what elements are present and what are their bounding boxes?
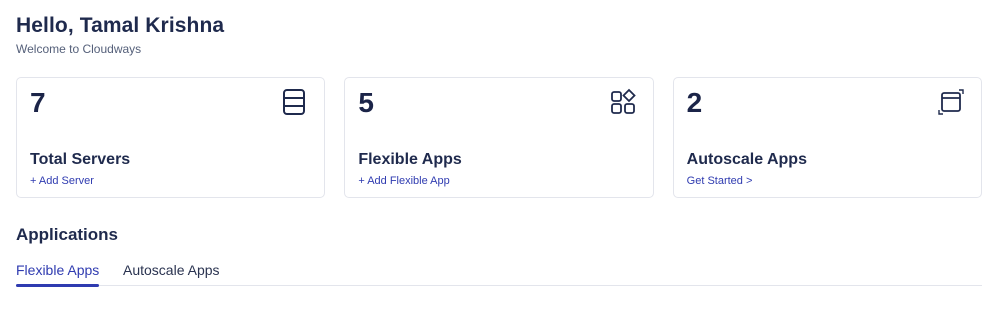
autoscale-window-icon <box>938 89 964 115</box>
server-icon <box>283 89 306 115</box>
summary-cards: 7 Total Servers + Add Server 5 Flexible … <box>16 77 982 198</box>
add-flexible-app-link[interactable]: + Add Flexible App <box>358 175 449 187</box>
card-title-autoscale-apps: Autoscale Apps <box>686 151 807 168</box>
card-title-flexible-apps: Flexible Apps <box>358 151 462 168</box>
page-title: Hello, Tamal Krishna <box>16 14 225 37</box>
get-started-link[interactable]: Get Started > <box>687 175 753 187</box>
apps-grid-icon <box>610 88 636 114</box>
applications-tabs: Flexible Apps Autoscale Apps <box>16 262 982 287</box>
card-flexible-apps: 5 Flexible Apps + Add Flexible App <box>344 77 654 198</box>
page-subtitle: Welcome to Cloudways <box>16 42 142 56</box>
tab-autoscale-apps[interactable]: Autoscale Apps <box>123 262 220 286</box>
greeting-header: Hello, Tamal Krishna Welcome to Cloudway… <box>16 13 224 56</box>
applications-heading: Applications <box>16 225 119 244</box>
flexible-apps-count: 5 <box>358 87 374 118</box>
card-title-servers: Total Servers <box>30 151 131 168</box>
card-autoscale-apps: 2 Autoscale Apps Get Started > <box>672 77 982 198</box>
servers-count: 7 <box>30 87 46 118</box>
card-total-servers: 7 Total Servers + Add Server <box>16 77 326 198</box>
tab-flexible-apps[interactable]: Flexible Apps <box>16 262 100 287</box>
autoscale-apps-count: 2 <box>686 87 703 118</box>
add-server-link[interactable]: + Add Server <box>30 175 94 187</box>
